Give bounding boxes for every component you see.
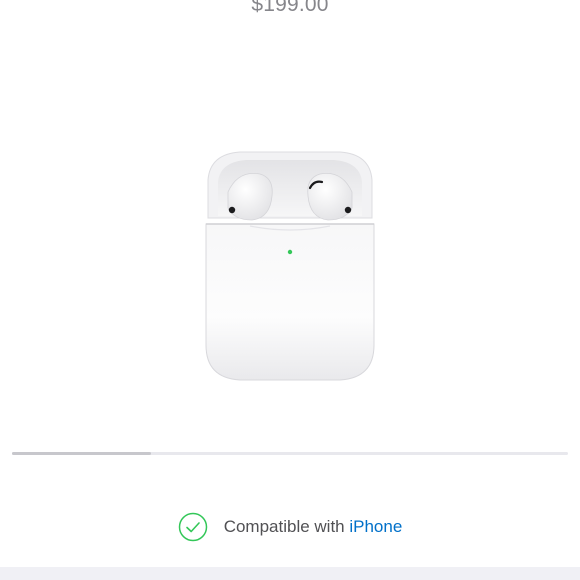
check-circle-icon [178, 512, 207, 542]
airpods-case-image [205, 151, 375, 381]
compatibility-text: Compatible with iPhone [224, 517, 403, 537]
footer-band [0, 567, 580, 580]
compatible-device-link[interactable]: iPhone [349, 517, 402, 536]
compatibility-prefix: Compatible with [223, 517, 350, 536]
compatibility-row: Compatible with iPhone [0, 512, 580, 542]
product-page: $199.00 Compatible with iPhone [0, 0, 580, 580]
product-price: $199.00 [251, 0, 329, 16]
gallery-scroll-track[interactable] [12, 452, 568, 455]
gallery-scroll-thumb[interactable] [12, 452, 151, 455]
